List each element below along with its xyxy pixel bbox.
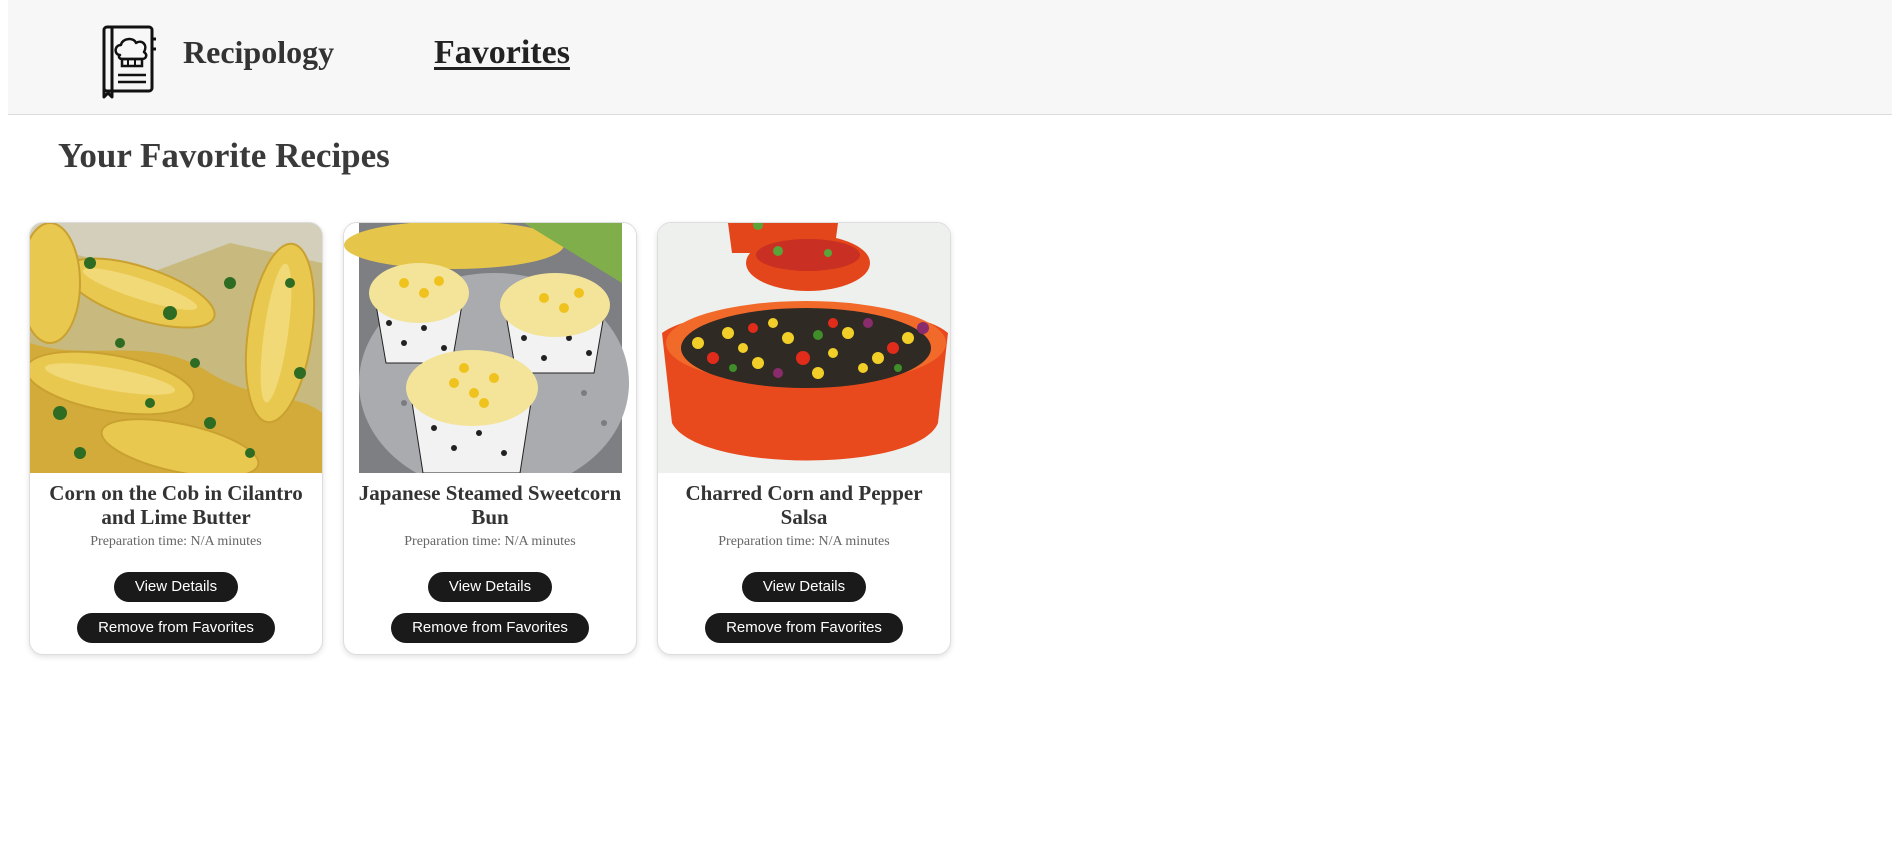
top-nav-bar: Recipology Favorites xyxy=(8,0,1892,115)
page-title: Your Favorite Recipes xyxy=(58,136,390,175)
view-details-button[interactable]: View Details xyxy=(742,572,866,602)
corn-salsa-photo xyxy=(658,223,950,473)
brand-name[interactable]: Recipology xyxy=(183,34,334,71)
prep-time: Preparation time: N/A minutes xyxy=(718,534,890,549)
view-details-button[interactable]: View Details xyxy=(114,572,238,602)
corn-cob-photo xyxy=(30,223,322,473)
recipe-card: Charred Corn and Pepper Salsa Preparatio… xyxy=(657,222,951,655)
recipe-title: Charred Corn and Pepper Salsa xyxy=(685,481,923,529)
remove-from-favorites-button[interactable]: Remove from Favorites xyxy=(77,613,275,643)
recipe-card: Corn on the Cob in Cilantro and Lime But… xyxy=(29,222,323,655)
nav-link-favorites[interactable]: Favorites xyxy=(434,34,570,72)
recipe-title: Corn on the Cob in Cilantro and Lime But… xyxy=(49,481,303,529)
steamed-bun-photo xyxy=(344,223,636,473)
chef-hat-book-icon[interactable] xyxy=(94,25,160,99)
view-details-button[interactable]: View Details xyxy=(428,572,552,602)
recipe-card: Japanese Steamed Sweetcorn Bun Preparati… xyxy=(343,222,637,655)
remove-from-favorites-button[interactable]: Remove from Favorites xyxy=(391,613,589,643)
recipe-title: Japanese Steamed Sweetcorn Bun xyxy=(358,481,622,529)
remove-from-favorites-button[interactable]: Remove from Favorites xyxy=(705,613,903,643)
prep-time: Preparation time: N/A minutes xyxy=(90,534,262,549)
prep-time: Preparation time: N/A minutes xyxy=(404,534,576,549)
